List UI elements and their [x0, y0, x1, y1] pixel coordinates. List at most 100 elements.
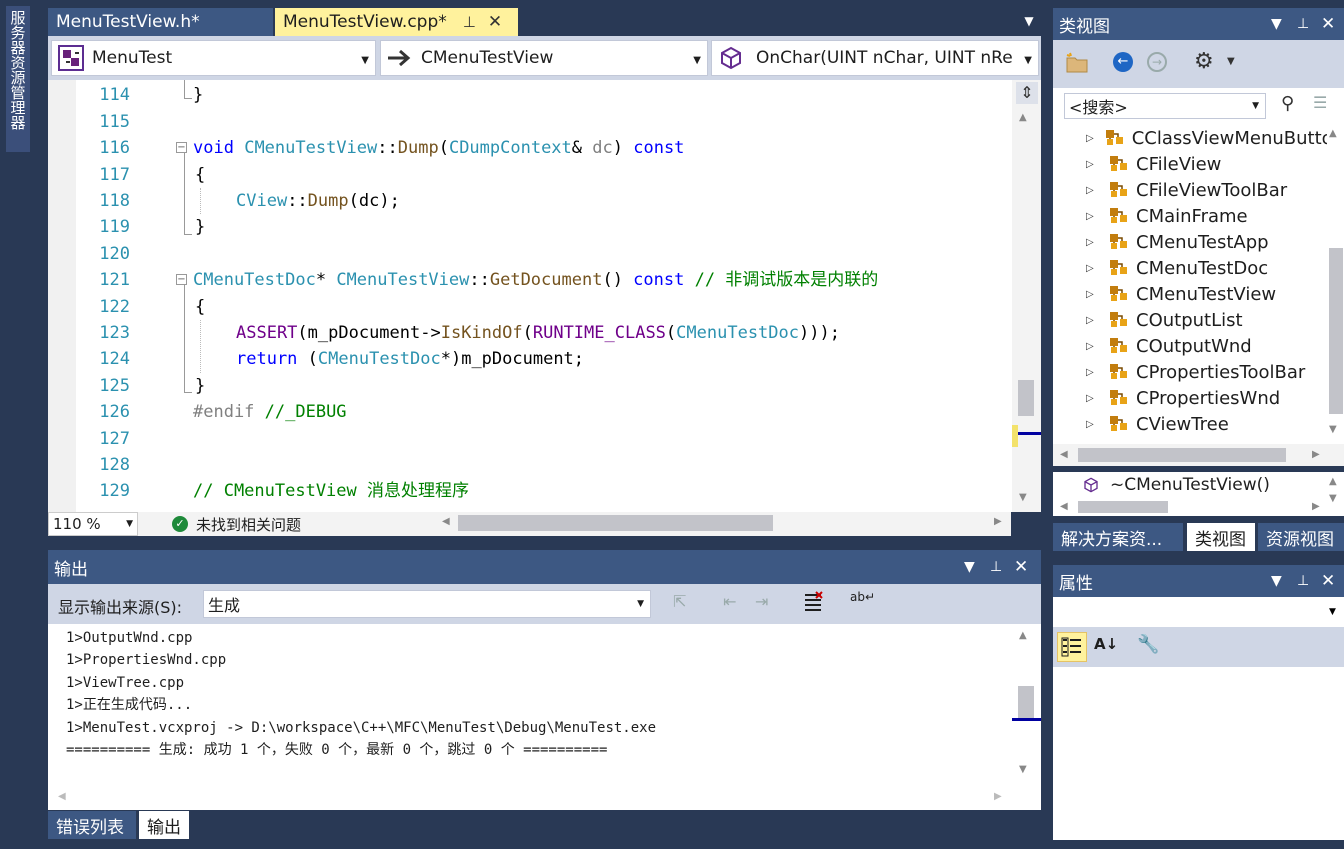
scroll-right-icon[interactable]: ▶ — [1312, 501, 1320, 512]
expand-arrow-icon[interactable]: ▷ — [1086, 419, 1098, 430]
member-dropdown[interactable]: OnChar(UINT nChar, UINT nRe ▼ — [711, 40, 1039, 76]
scroll-down-icon[interactable]: ▼ — [1019, 764, 1027, 775]
expand-arrow-icon[interactable]: ▷ — [1086, 159, 1098, 170]
method-icon — [716, 43, 746, 73]
editor-vertical-scrollbar[interactable] — [1012, 80, 1041, 512]
tab-solution-explorer[interactable]: 解决方案资... — [1053, 523, 1183, 551]
tab-output[interactable]: 输出 — [139, 811, 189, 839]
previous-message-icon[interactable]: ⇤ — [723, 592, 745, 614]
scroll-up-icon[interactable]: ▲ — [1329, 128, 1337, 139]
line-number: 120 — [99, 244, 130, 264]
search-icon[interactable]: ⚲ — [1281, 93, 1294, 114]
property-pages-icon[interactable]: 🔧 — [1137, 634, 1159, 655]
expand-arrow-icon[interactable]: ▷ — [1086, 133, 1094, 144]
expand-arrow-icon[interactable]: ▷ — [1086, 393, 1098, 404]
class-tree-item[interactable]: ▷ CClassViewMenuButto — [1086, 125, 1327, 151]
scroll-right-icon[interactable]: ▶ — [994, 791, 1002, 802]
scroll-up-icon[interactable]: ▲ — [1019, 630, 1027, 641]
issues-indicator[interactable]: ✓ 未找到相关问题 — [172, 512, 301, 536]
window-position-icon[interactable]: ▼ — [1271, 16, 1282, 32]
zoom-dropdown[interactable]: 110 % ▼ — [48, 512, 138, 536]
back-icon[interactable]: ← — [1113, 52, 1133, 72]
clear-all-icon[interactable] — [801, 590, 825, 614]
pin-icon[interactable]: ⊥ — [1297, 573, 1309, 589]
tab-menutestview-h[interactable]: MenuTestView.h* — [48, 8, 273, 36]
class-tree-item[interactable]: ▷ CPropertiesToolBar — [1086, 359, 1327, 385]
categorized-icon[interactable] — [1057, 632, 1087, 662]
server-explorer-tab[interactable]: 服务器资源管理器 — [6, 6, 30, 152]
expand-arrow-icon[interactable]: ▷ — [1086, 315, 1098, 326]
scroll-thumb[interactable] — [1018, 380, 1034, 416]
class-tree-item[interactable]: ▷ CPropertiesWnd — [1086, 385, 1327, 411]
expand-arrow-icon[interactable]: ▷ — [1086, 367, 1098, 378]
member-hscroll-thumb[interactable] — [1078, 501, 1168, 513]
class-dropdown[interactable]: CMenuTestView ▼ — [380, 40, 708, 76]
window-position-icon[interactable]: ▼ — [964, 559, 975, 575]
close-icon[interactable]: ✕ — [1321, 571, 1335, 591]
output-source-dropdown[interactable]: 生成 ▼ — [203, 590, 651, 618]
close-icon[interactable]: ✕ — [1321, 14, 1335, 34]
line-number: 122 — [99, 297, 130, 317]
output-scroll-thumb[interactable] — [1018, 686, 1034, 720]
class-tree-item[interactable]: ▷ CFileViewToolBar — [1086, 177, 1327, 203]
split-view-icon[interactable]: ⇕ — [1016, 82, 1038, 104]
scroll-down-icon[interactable]: ▼ — [1329, 424, 1337, 435]
tree-scroll-thumb[interactable] — [1329, 248, 1343, 414]
scroll-left-icon[interactable]: ◀ — [1060, 449, 1068, 460]
tab-resource-view[interactable]: 资源视图 — [1258, 523, 1344, 551]
goto-location-icon[interactable]: ⇱ — [673, 592, 695, 614]
scroll-up-icon[interactable]: ▲ — [1019, 112, 1027, 123]
window-position-icon[interactable]: ▼ — [1271, 573, 1282, 589]
collapse-icon[interactable]: − — [176, 142, 187, 153]
next-message-icon[interactable]: ⇥ — [755, 592, 777, 614]
tab-menutestview-cpp[interactable]: MenuTestView.cpp* ⊥ ✕ — [275, 8, 518, 36]
class-tree-item[interactable]: ▷ COutputWnd — [1086, 333, 1327, 359]
tab-list-dropdown-icon[interactable]: ▼ — [1020, 14, 1038, 32]
expand-arrow-icon[interactable]: ▷ — [1086, 185, 1098, 196]
new-folder-icon[interactable] — [1064, 50, 1090, 76]
properties-object-dropdown[interactable]: ▼ — [1053, 597, 1344, 627]
word-wrap-icon[interactable]: ab↵ — [850, 590, 876, 614]
class-tree-item[interactable]: ▷ CMenuTestApp — [1086, 229, 1327, 255]
class-tree-item[interactable]: ▷ CMainFrame — [1086, 203, 1327, 229]
class-icon — [1108, 336, 1130, 356]
class-search-input[interactable]: <搜索> ▼ — [1064, 93, 1266, 119]
forward-icon[interactable]: → — [1147, 52, 1167, 72]
member-item[interactable]: ~CMenuTestView() — [1110, 475, 1270, 495]
clear-search-icon[interactable]: ☰ — [1313, 93, 1327, 112]
close-icon[interactable]: ✕ — [1014, 557, 1028, 577]
class-tree-item[interactable]: ▷ CMenuTestView — [1086, 281, 1327, 307]
settings-gear-icon[interactable]: ⚙ — [1194, 49, 1214, 74]
alphabetical-sort-icon[interactable]: A↓ — [1094, 635, 1118, 653]
scroll-right-icon[interactable]: ▶ — [1312, 449, 1320, 460]
tab-class-view[interactable]: 类视图 — [1187, 523, 1255, 551]
expand-arrow-icon[interactable]: ▷ — [1086, 289, 1098, 300]
tree-hscroll-thumb[interactable] — [1078, 448, 1286, 462]
scroll-left-icon[interactable]: ◀ — [1060, 501, 1068, 512]
expand-arrow-icon[interactable]: ▷ — [1086, 211, 1098, 222]
pin-icon[interactable]: ⊥ — [1297, 16, 1309, 32]
scroll-down-icon[interactable]: ▼ — [1329, 493, 1337, 504]
class-tree-item[interactable]: ▷ CFileView — [1086, 151, 1327, 177]
horizontal-scroll-thumb[interactable] — [458, 515, 773, 531]
close-icon[interactable]: ✕ — [488, 12, 502, 32]
expand-arrow-icon[interactable]: ▷ — [1086, 341, 1098, 352]
expand-arrow-icon[interactable]: ▷ — [1086, 263, 1098, 274]
class-tree-label: CMainFrame — [1136, 205, 1248, 227]
expand-arrow-icon[interactable]: ▷ — [1086, 237, 1098, 248]
class-tree-item[interactable]: ▷ CViewTree — [1086, 411, 1327, 437]
fold-line — [184, 392, 192, 393]
pin-icon[interactable]: ⊥ — [463, 13, 476, 31]
chevron-down-icon[interactable]: ▼ — [1227, 56, 1235, 67]
project-dropdown[interactable]: MenuTest ▼ — [51, 40, 376, 76]
scroll-down-icon[interactable]: ▼ — [1019, 492, 1027, 503]
scroll-left-icon[interactable]: ◀ — [442, 516, 450, 527]
scroll-right-icon[interactable]: ▶ — [994, 516, 1002, 527]
tab-error-list[interactable]: 错误列表 — [48, 811, 136, 839]
pin-icon[interactable]: ⊥ — [990, 559, 1002, 575]
scroll-left-icon[interactable]: ◀ — [58, 791, 66, 802]
collapse-icon[interactable]: − — [176, 274, 187, 285]
class-tree-item[interactable]: ▷ COutputList — [1086, 307, 1327, 333]
scroll-up-icon[interactable]: ▲ — [1329, 476, 1337, 487]
class-tree-item[interactable]: ▷ CMenuTestDoc — [1086, 255, 1327, 281]
